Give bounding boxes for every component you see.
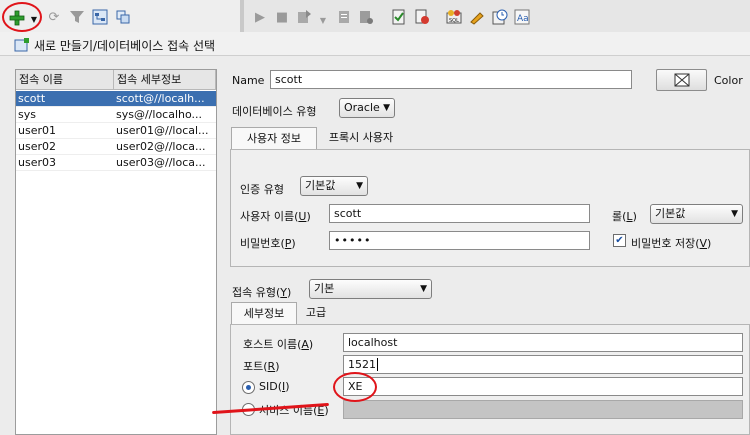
sid-input[interactable]: XE: [343, 377, 743, 396]
schema-browser-icon[interactable]: [92, 9, 108, 25]
sid-radio[interactable]: [242, 381, 255, 394]
chevron-down-icon[interactable]: ▼: [318, 12, 328, 28]
format-icon[interactable]: Aa: [514, 9, 530, 25]
chevron-down-icon: ▼: [420, 284, 427, 294]
database-type-select[interactable]: Oracle ▼: [339, 98, 395, 118]
chevron-down-icon: ▼: [356, 181, 363, 191]
tab-proxy-user[interactable]: 프록시 사용자: [320, 127, 402, 149]
tab-user-info[interactable]: 사용자 정보: [231, 127, 317, 149]
port-input[interactable]: 1521: [343, 355, 743, 374]
run-icon[interactable]: ▶: [252, 9, 268, 25]
connection-name: sys: [18, 108, 36, 121]
text-cursor: [377, 358, 378, 371]
sql-tuning-icon[interactable]: [414, 9, 430, 25]
role-label: 롤(L): [612, 210, 637, 223]
toolbar-divider: [240, 0, 244, 32]
sid-label: SID(I): [259, 380, 290, 393]
color-label: Color: [714, 74, 743, 87]
color-picker-button[interactable]: [656, 69, 707, 91]
connection-details: user03@//loca...: [116, 156, 206, 169]
sql-icon[interactable]: SQL: [446, 9, 462, 25]
explain-plan-icon[interactable]: [358, 9, 374, 25]
stop-icon[interactable]: ■: [274, 9, 290, 25]
column-header-connection-name[interactable]: 접속 이름: [16, 70, 114, 90]
color-swatch-icon: [674, 73, 690, 87]
table-row[interactable]: user01 user01@//local...: [16, 123, 216, 139]
dialog-title: 새로 만들기/데이터베이스 접속 선택: [34, 39, 216, 53]
connection-details: scott@//localh...: [116, 92, 205, 105]
connection-name: user01: [18, 124, 56, 137]
connection-details: sys@//localho...: [116, 108, 203, 121]
table-row[interactable]: sys sys@//localho...: [16, 107, 216, 123]
refresh-icon[interactable]: ⟳: [46, 9, 62, 25]
auth-type-label: 인증 유형: [240, 183, 284, 196]
annotation-circle-sid: [333, 372, 377, 402]
database-type-label: 데이터베이스 유형: [232, 105, 317, 118]
username-input[interactable]: scott: [329, 204, 590, 223]
svg-text:SQL: SQL: [449, 18, 459, 24]
svg-text:Aa: Aa: [517, 14, 529, 24]
password-label: 비밀번호(P): [240, 237, 296, 250]
hostname-input[interactable]: localhost: [343, 333, 743, 352]
port-label: 포트(R): [243, 360, 280, 373]
chevron-down-icon: ▼: [731, 209, 738, 219]
checklist-icon[interactable]: [391, 9, 407, 25]
connection-list[interactable]: 접속 이름 접속 세부정보 scott scott@//localh... sy…: [15, 69, 217, 435]
new-connection-icon: [14, 37, 30, 53]
username-label: 사용자 이름(U): [240, 210, 311, 223]
radio-dot: [246, 385, 251, 390]
table-row[interactable]: user03 user03@//loca...: [16, 155, 216, 171]
chevron-down-icon: ▼: [383, 103, 390, 113]
annotation-circle-add: [2, 2, 42, 32]
connection-type-select[interactable]: 기본 ▼: [309, 279, 432, 299]
eraser-icon[interactable]: [469, 9, 485, 25]
rollback-icon[interactable]: [336, 9, 352, 25]
host-label: 호스트 이름(A): [243, 338, 314, 351]
connection-name: user03: [18, 156, 56, 169]
filter-icon[interactable]: [69, 9, 85, 25]
save-password-label: 비밀번호 저장(V): [631, 237, 712, 250]
history-icon[interactable]: [492, 9, 508, 25]
auth-type-select[interactable]: 기본값 ▼: [300, 176, 368, 196]
table-row[interactable]: scott scott@//localh...: [16, 91, 216, 107]
connection-details: user01@//local...: [116, 124, 209, 137]
role-select[interactable]: 기본값 ▼: [650, 204, 743, 224]
name-label: Name: [232, 74, 265, 87]
column-header-connection-details[interactable]: 접속 세부정보: [114, 70, 216, 90]
service-name-input[interactable]: [343, 400, 743, 419]
connection-details: user02@//loca...: [116, 140, 206, 153]
tab-details[interactable]: 세부정보: [231, 302, 297, 324]
table-row[interactable]: user02 user02@//loca...: [16, 139, 216, 155]
save-password-checkbox[interactable]: ✔: [613, 234, 626, 247]
database-icon[interactable]: [115, 9, 131, 25]
password-input[interactable]: •••••: [329, 231, 590, 250]
connection-name-input[interactable]: scott: [270, 70, 632, 89]
tab-advanced[interactable]: 고급: [299, 302, 333, 324]
commit-icon[interactable]: [296, 9, 312, 25]
connection-name: user02: [18, 140, 56, 153]
connection-type-label: 접속 유형(Y): [232, 286, 292, 299]
connection-name: scott: [18, 92, 46, 105]
